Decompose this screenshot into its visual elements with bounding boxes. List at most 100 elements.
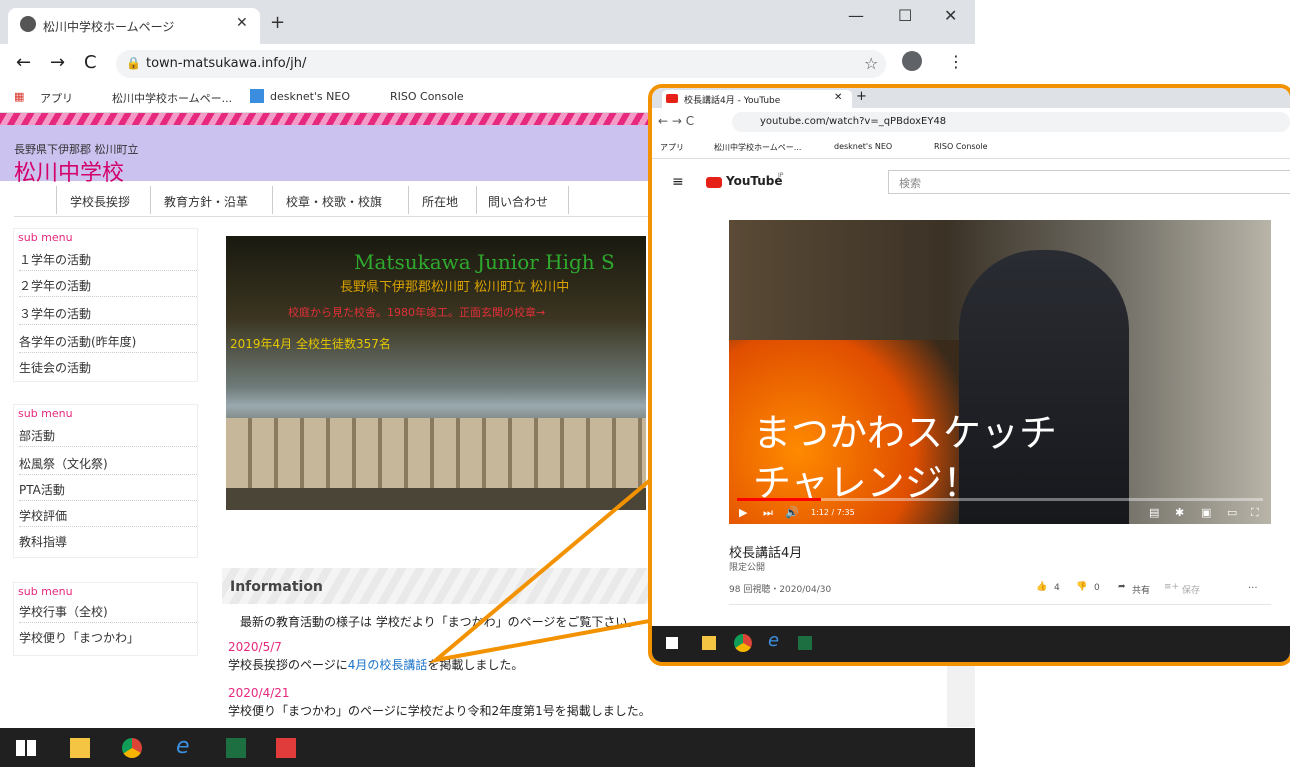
yt-tab[interactable]: 校長講話4月 - YouTube ✕ xyxy=(662,90,852,108)
nav-divider xyxy=(408,186,409,214)
yt-new-tab-button[interactable]: + xyxy=(856,89,867,104)
app-icon[interactable] xyxy=(276,738,296,758)
yt-tab-close-icon[interactable]: ✕ xyxy=(834,92,842,103)
back-button[interactable]: ← xyxy=(16,52,31,73)
browser-tab[interactable]: 松川中学校ホームページ ✕ xyxy=(8,8,260,44)
reload-button[interactable]: C xyxy=(84,52,97,73)
bookmark-riso[interactable]: RISO Console xyxy=(390,90,464,103)
school-building xyxy=(226,418,646,488)
video-player[interactable]: まつかわスケッチ チャレンジ！ ▶ ⏭ 🔊 1:12 / 7:35 ▤ ✱ ▣ … xyxy=(729,220,1271,524)
youtube-window: 校長講話4月 - YouTube ✕ + ← → C youtube.com/w… xyxy=(648,84,1290,666)
yt-hamburger-icon[interactable]: ≡ xyxy=(672,174,684,190)
save-icon[interactable]: ≡+ xyxy=(1164,582,1179,592)
nav-location[interactable]: 所在地 xyxy=(422,193,458,210)
miniplayer-icon[interactable]: ▣ xyxy=(1201,506,1211,519)
menu-item[interactable]: PTA活動 xyxy=(19,481,65,498)
next-icon[interactable]: ⏭ xyxy=(763,506,773,520)
volume-icon[interactable]: 🔊 xyxy=(785,506,799,519)
nav-policy[interactable]: 教育方針・沿革 xyxy=(164,193,248,210)
sub-menu-label: sub menu xyxy=(18,231,73,244)
file-explorer-icon[interactable] xyxy=(70,738,90,758)
menu-item[interactable]: 学校便り「まつかわ」 xyxy=(19,629,139,646)
youtube-logo-region: JP xyxy=(778,172,784,179)
share-label[interactable]: 共有 xyxy=(1132,583,1150,596)
settings-gear-icon[interactable]: ✱ xyxy=(1175,506,1184,519)
video-progress-track[interactable] xyxy=(737,498,1263,501)
yt-address-bar[interactable]: youtube.com/watch?v=_qPBdoxEY48 xyxy=(732,112,1290,132)
yt-excel-icon[interactable] xyxy=(798,636,812,650)
menu-item[interactable]: 生徒会の活動 xyxy=(19,359,91,376)
menu-item[interactable]: 学校評価 xyxy=(19,507,67,524)
like-count: 4 xyxy=(1054,583,1060,593)
share-icon[interactable]: ➦ xyxy=(1118,582,1126,592)
sub-menu-label: sub menu xyxy=(18,407,73,420)
menu-item[interactable]: １学年の活動 xyxy=(19,251,91,268)
yt-windows-start-icon[interactable] xyxy=(666,637,678,649)
like-icon[interactable]: 👍 xyxy=(1036,582,1047,592)
address-bar[interactable]: 🔒 town-matsukawa.info/jh/ ☆ xyxy=(116,50,886,78)
apps-icon[interactable]: ▦ xyxy=(14,90,24,103)
nav-divider xyxy=(568,186,569,214)
news-date: 2020/5/7 xyxy=(228,640,282,654)
star-icon[interactable]: ☆ xyxy=(864,54,878,73)
nav-greeting[interactable]: 学校長挨拶 xyxy=(70,193,130,210)
yt-bookmark-riso[interactable]: RISO Console xyxy=(934,142,988,151)
nav-divider xyxy=(56,186,57,214)
menu-item[interactable]: ２学年の活動 xyxy=(19,277,91,294)
bookmark-desknets[interactable]: desknet's NEO xyxy=(270,90,350,103)
forward-button[interactable]: → xyxy=(50,52,65,73)
theater-icon[interactable]: ▭ xyxy=(1227,506,1237,519)
bookmark-apps[interactable]: アプリ xyxy=(40,90,73,106)
menu-item[interactable]: 教科指導 xyxy=(19,533,67,550)
news-link[interactable]: 4月の校長講話 xyxy=(348,658,428,672)
close-window-button[interactable]: ✕ xyxy=(944,6,957,25)
play-icon[interactable]: ▶ xyxy=(739,506,747,519)
news-date: 2020/4/21 xyxy=(228,686,290,700)
save-label[interactable]: 保存 xyxy=(1182,583,1200,596)
video-visibility: 限定公開 xyxy=(729,563,766,573)
excel-icon[interactable] xyxy=(226,738,246,758)
tab-close-icon[interactable]: ✕ xyxy=(236,15,248,31)
minimize-button[interactable]: — xyxy=(848,6,864,25)
chrome-icon[interactable] xyxy=(122,738,142,758)
dislike-icon[interactable]: 👎 xyxy=(1076,582,1087,592)
hero-image: Matsukawa Junior High S 長野県下伊那郡松川町 松川町立 … xyxy=(226,236,646,510)
video-time: 1:12 / 7:35 xyxy=(811,508,855,517)
yt-bookmark-desknets[interactable]: desknet's NEO xyxy=(834,142,892,151)
info-intro: 最新の教育活動の様子は 学校だより「まつかわ」のページをご覧下さい。 xyxy=(240,615,640,629)
windows-start-icon[interactable] xyxy=(16,740,36,756)
yt-address-url: youtube.com/watch?v=_qPBdoxEY48 xyxy=(760,116,947,127)
yt-back-button[interactable]: ← → C xyxy=(658,114,694,128)
youtube-logo-icon[interactable] xyxy=(706,177,722,188)
menu-item[interactable]: 各学年の活動(昨年度) xyxy=(19,333,136,350)
nav-emblem[interactable]: 校章・校歌・校旗 xyxy=(286,193,382,210)
yt-ie-icon[interactable]: e xyxy=(768,630,779,651)
yt-search-input[interactable]: 検索 xyxy=(888,170,1290,194)
bookmark-school[interactable]: 松川中学校ホームペー... xyxy=(112,90,232,106)
menu-divider xyxy=(19,525,197,527)
news-item: 学校長挨拶のページに4月の校長講話を掲載しました。 xyxy=(228,656,523,673)
menu-item[interactable]: ３学年の活動 xyxy=(19,305,91,322)
tab-title: 松川中学校ホームページ xyxy=(43,20,175,34)
youtube-logo[interactable]: YouTube xyxy=(726,174,783,188)
yt-bookmark-apps[interactable]: アプリ xyxy=(660,142,684,153)
yt-bookmark-school[interactable]: 松川中学校ホームペー... xyxy=(714,142,801,153)
more-actions-icon[interactable]: ... xyxy=(1248,580,1258,591)
fullscreen-icon[interactable]: ⛶ xyxy=(1251,506,1259,520)
menu-divider xyxy=(19,621,197,623)
yt-chrome-icon[interactable] xyxy=(734,634,752,652)
profile-icon[interactable] xyxy=(902,51,922,71)
yt-file-explorer-icon[interactable] xyxy=(702,636,716,650)
subtitles-icon[interactable]: ▤ xyxy=(1149,506,1159,519)
new-tab-button[interactable]: + xyxy=(270,12,285,33)
menu-icon[interactable]: ⋮ xyxy=(948,52,964,71)
nav-contact[interactable]: 問い合わせ xyxy=(488,193,548,210)
school-name[interactable]: 松川中学校 xyxy=(14,155,124,187)
menu-item[interactable]: 学校行事（全校) xyxy=(19,603,108,620)
maximize-button[interactable]: ☐ xyxy=(898,6,912,25)
menu-divider xyxy=(19,323,197,325)
nav-divider xyxy=(476,186,477,214)
menu-item[interactable]: 松風祭（文化祭) xyxy=(19,455,108,472)
ie-icon[interactable]: e xyxy=(176,734,190,759)
menu-item[interactable]: 部活動 xyxy=(19,427,55,444)
